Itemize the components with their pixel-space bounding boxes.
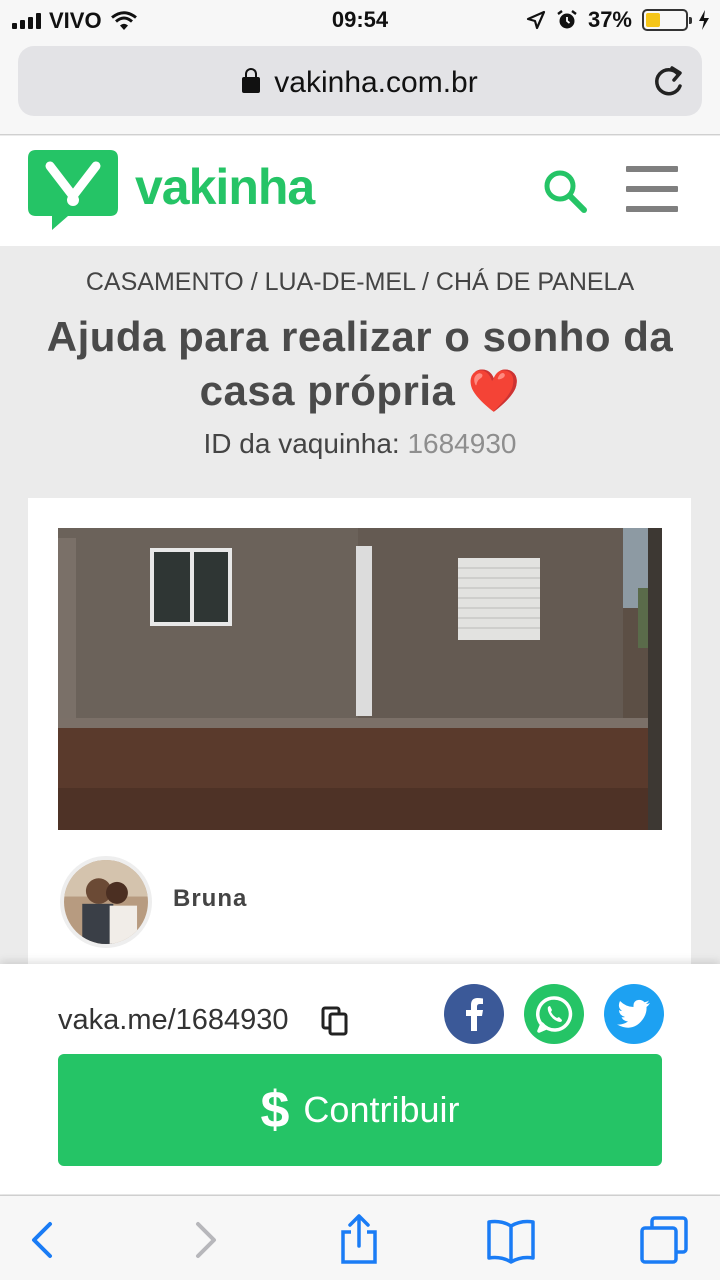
status-bar: VIVO 09:54 37% — [0, 0, 720, 40]
hamburger-menu-icon[interactable] — [626, 166, 678, 212]
bookmarks-icon[interactable] — [485, 1214, 537, 1266]
short-link[interactable]: vaka.me/1684930 — [58, 1004, 289, 1037]
lock-icon — [242, 68, 261, 93]
browser-address-area: vakinha.com.br — [0, 40, 720, 135]
facebook-icon — [466, 998, 483, 1031]
charging-bolt-icon — [699, 10, 709, 30]
url-display[interactable]: vakinha.com.br — [18, 66, 702, 100]
whatsapp-icon — [536, 996, 573, 1033]
campaign-photo[interactable] — [58, 528, 662, 830]
address-bar[interactable]: vakinha.com.br — [18, 46, 702, 116]
back-icon[interactable] — [18, 1214, 70, 1266]
campaign-category[interactable]: CASAMENTO / LUA-DE-MEL / CHÁ DE PANELA — [0, 268, 720, 297]
status-right: 37% — [526, 7, 710, 33]
alarm-icon — [557, 10, 577, 29]
campaign-card: Bruna — [28, 498, 691, 968]
whatsapp-share-button[interactable] — [524, 984, 584, 1044]
battery-icon — [642, 9, 692, 31]
page-title: Ajuda para realizar o sonho da casa próp… — [20, 310, 700, 418]
copy-icon[interactable] — [321, 1006, 349, 1036]
site-header: vakinha — [0, 136, 720, 246]
campaign-id: ID da vaquinha: 1684930 — [0, 428, 720, 460]
share-icon[interactable] — [333, 1214, 385, 1266]
url-text: vakinha.com.br — [274, 66, 478, 99]
logo-text[interactable]: vakinha — [135, 158, 315, 216]
forward-icon[interactable] — [178, 1214, 230, 1266]
twitter-icon — [617, 999, 650, 1028]
twitter-share-button[interactable] — [604, 984, 664, 1044]
vakinha-logo-icon[interactable] — [28, 150, 118, 230]
reload-icon[interactable] — [648, 62, 688, 102]
contribute-button[interactable]: $ Contribuir — [58, 1054, 662, 1166]
search-icon[interactable] — [540, 166, 590, 216]
tabs-icon[interactable] — [638, 1214, 690, 1266]
campaign-id-value: 1684930 — [407, 428, 517, 459]
campaign-id-label: ID da vaquinha: — [203, 428, 400, 459]
facebook-share-button[interactable] — [444, 984, 504, 1044]
dollar-icon: $ — [260, 1081, 290, 1139]
author-avatar[interactable] — [60, 856, 152, 948]
contribute-label: Contribuir — [303, 1089, 460, 1130]
location-arrow-icon — [526, 10, 546, 30]
battery-percent: 37% — [587, 7, 632, 32]
heart-emoji: ❤️ — [467, 367, 521, 414]
browser-toolbar — [0, 1195, 720, 1280]
author-name[interactable]: Bruna — [173, 885, 247, 913]
share-bar: vaka.me/1684930 $ Contribuir — [0, 964, 720, 1194]
title-text: Ajuda para realizar o sonho da casa próp… — [46, 313, 674, 414]
